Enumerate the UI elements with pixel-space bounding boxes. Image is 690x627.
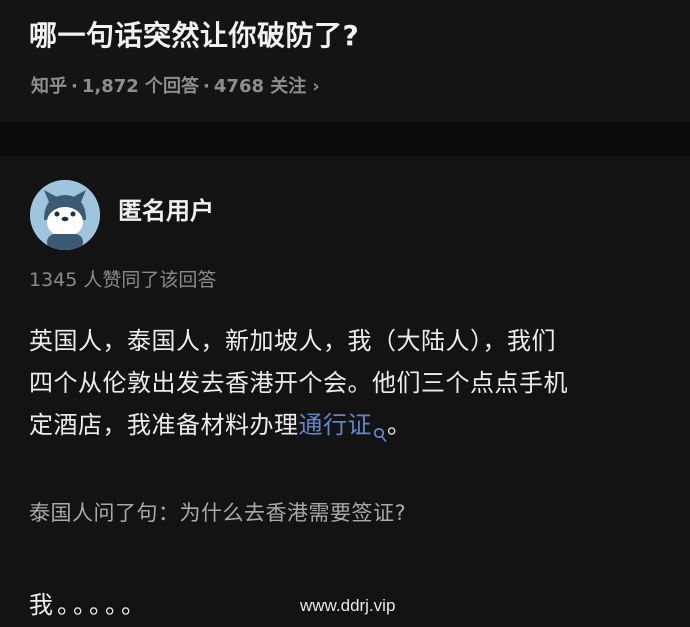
anonymous-user-avatar-icon — [30, 180, 100, 250]
meta-source: 知乎 — [31, 76, 67, 97]
question-title[interactable]: 哪一句话突然让你破防了? — [29, 14, 359, 54]
meta-follower-count: 4768 关注 — [213, 76, 307, 97]
section-divider — [0, 122, 690, 156]
answer-body: 英国人，泰国人，新加坡人，我（大陆人），我们 四个从伦敦出发去香港开个会。他们三… — [29, 320, 669, 456]
chevron-right-icon: › — [312, 76, 320, 97]
avatar[interactable] — [30, 180, 100, 250]
quote-line: 泰国人问了句：为什么去香港需要签证? — [29, 501, 407, 525]
answer-line-3-suffix: 。 — [387, 411, 412, 439]
watermark: www.ddrj.vip — [300, 596, 396, 615]
answer-line-1: 英国人，泰国人，新加坡人，我（大陆人），我们 — [29, 327, 556, 355]
like-count: 1345 人赞同了该回答 — [29, 269, 217, 291]
search-icon[interactable] — [373, 414, 387, 456]
answer-line-3-prefix: 定酒店，我准备材料办理 — [29, 411, 299, 439]
answer-line-2: 四个从伦敦出发去香港开个会。他们三个点点手机 — [29, 369, 568, 397]
question-header: 哪一句话突然让你破防了? 知乎 · 1,872 个回答 · 4768 关注 › — [0, 0, 690, 122]
meta-answer-count: 1,872 个回答 — [81, 76, 200, 97]
final-line: 我。。。。。 — [29, 591, 149, 619]
answer-line-3: 定酒店，我准备材料办理通行证。 — [29, 404, 669, 456]
meta-separator: · — [71, 76, 78, 97]
meta-separator: · — [203, 76, 210, 97]
keyword-link[interactable]: 通行证 — [299, 411, 373, 439]
author-name[interactable]: 匿名用户 — [118, 191, 214, 226]
question-meta[interactable]: 知乎 · 1,872 个回答 · 4768 关注 › — [31, 72, 320, 98]
